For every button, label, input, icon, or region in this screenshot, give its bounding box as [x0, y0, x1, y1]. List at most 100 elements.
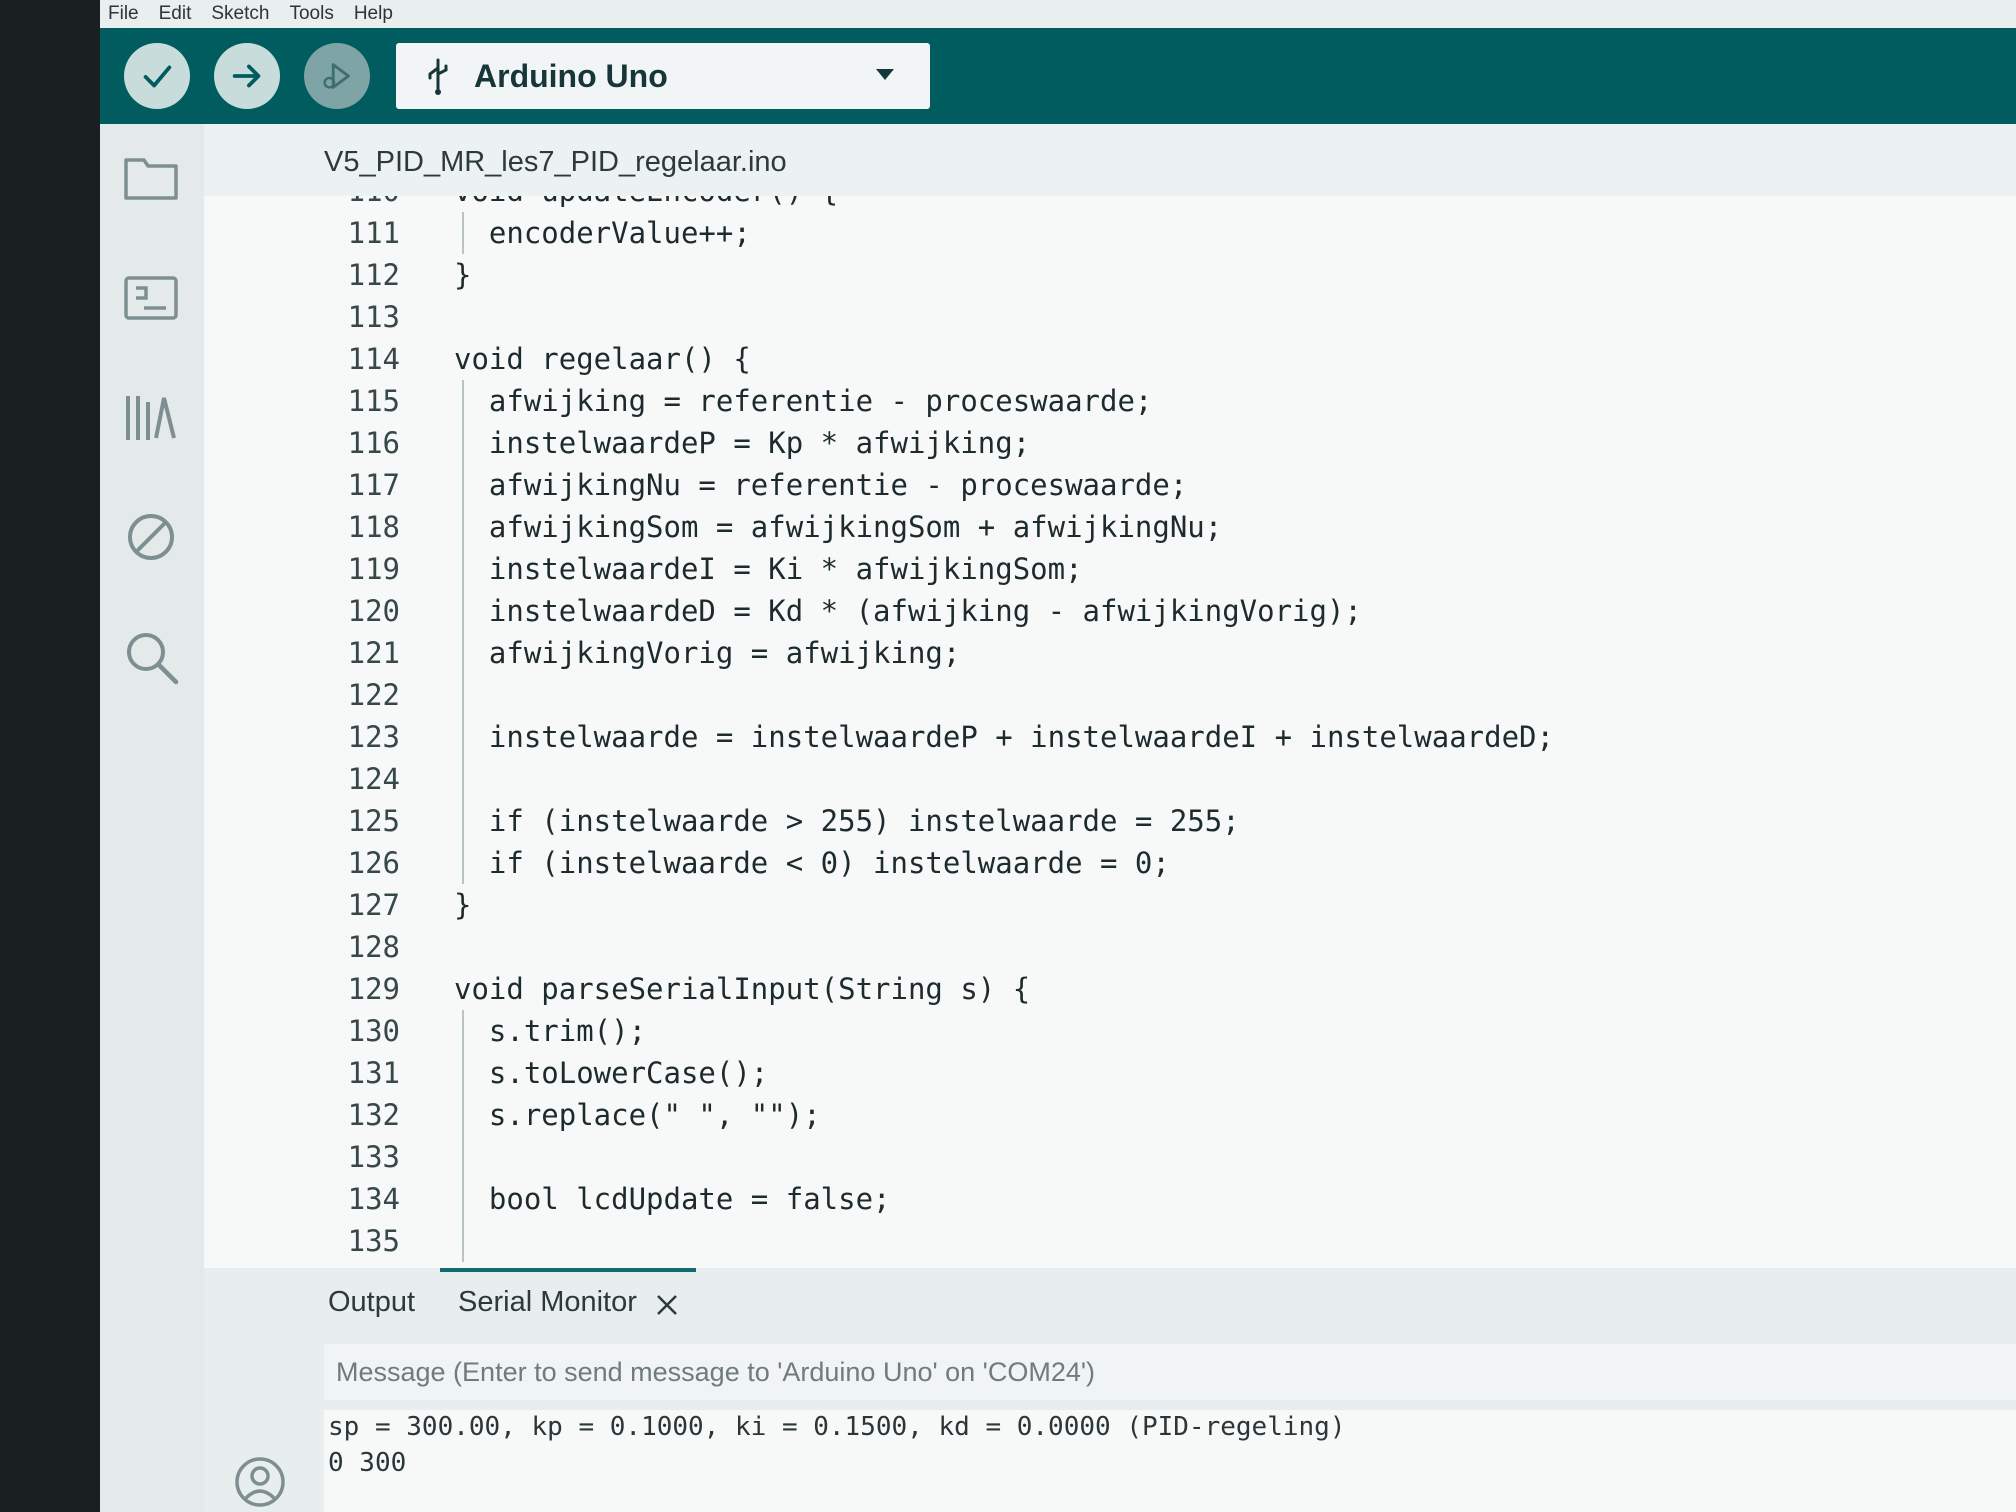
menu-edit[interactable]: Edit — [159, 3, 192, 25]
sidebar — [100, 124, 206, 1512]
menu-tools[interactable]: Tools — [289, 3, 333, 25]
code-line[interactable]: 112} — [204, 254, 2016, 296]
code-text: if (instelwaarde < 0) instelwaarde = 0; — [454, 846, 1170, 880]
folder-icon — [124, 158, 178, 200]
code-text: afwijkingVorig = afwijking; — [454, 636, 961, 670]
search-button[interactable] — [122, 628, 180, 686]
line-number: 132 — [347, 1098, 400, 1132]
code-line[interactable]: 130 s.trim(); — [204, 1010, 2016, 1052]
line-number: 110 — [204, 196, 400, 212]
code-text: instelwaardeI = Ki * afwijkingSom; — [454, 552, 1083, 586]
upload-button[interactable] — [214, 43, 280, 109]
tab-serial-monitor[interactable]: Serial Monitor — [458, 1286, 637, 1319]
code-line[interactable]: 111 encoderValue++; — [204, 212, 2016, 254]
code-line[interactable]: 124 — [204, 758, 2016, 800]
code-line[interactable]: 135 — [204, 1220, 2016, 1262]
line-number: 125 — [347, 804, 400, 838]
code-line[interactable]: 131 s.toLowerCase(); — [204, 1052, 2016, 1094]
code-line[interactable]: 126 if (instelwaarde < 0) instelwaarde =… — [204, 842, 2016, 884]
line-number: 131 — [347, 1056, 400, 1090]
file-tab[interactable]: V5_PID_MR_les7_PID_regelaar.ino — [204, 124, 2016, 196]
line-number: 116 — [347, 426, 400, 460]
panel-tabs: Output Serial Monitor — [204, 1268, 2016, 1332]
code-line[interactable]: 133 — [204, 1136, 2016, 1178]
code-line[interactable]: 120 instelwaardeD = Kd * (afwijking - af… — [204, 590, 2016, 632]
debug-button[interactable] — [304, 43, 370, 109]
line-number: 134 — [347, 1182, 400, 1216]
code-text: afwijking = referentie - proceswaarde; — [454, 384, 1153, 418]
code-line[interactable]: 134 bool lcdUpdate = false; — [204, 1178, 2016, 1220]
code-text: encoderValue++; — [454, 216, 751, 250]
serial-output-line: sp = 300.00, kp = 0.1000, ki = 0.1500, k… — [328, 1412, 1346, 1442]
code-line[interactable]: 121 afwijkingVorig = afwijking; — [204, 632, 2016, 674]
code-text: void parseSerialInput(String s) { — [454, 972, 1031, 1006]
close-icon[interactable] — [656, 1294, 678, 1316]
code-line[interactable]: 122 — [204, 674, 2016, 716]
code-line[interactable]: 117 afwijkingNu = referentie - proceswaa… — [204, 464, 2016, 506]
line-number: 115 — [347, 384, 400, 418]
line-number: 121 — [347, 636, 400, 670]
debug-disabled-icon — [128, 514, 174, 560]
line-number: 117 — [347, 468, 400, 502]
code-line[interactable]: 125 if (instelwaarde > 255) instelwaarde… — [204, 800, 2016, 842]
debug-icon — [323, 63, 350, 89]
code-line[interactable]: 116 instelwaardeP = Kp * afwijking; — [204, 422, 2016, 464]
line-number: 119 — [347, 552, 400, 586]
line-number: 122 — [347, 678, 400, 712]
menu-file[interactable]: File — [108, 3, 139, 25]
menu-sketch[interactable]: Sketch — [211, 3, 269, 25]
line-number: 112 — [347, 258, 400, 292]
line-number: 130 — [347, 1014, 400, 1048]
code-line[interactable]: 128 — [204, 926, 2016, 968]
code-text: bool lcdUpdate = false; — [454, 1182, 891, 1216]
serial-message-input[interactable] — [324, 1344, 2016, 1400]
sketchbook-button[interactable] — [122, 148, 180, 206]
code-line[interactable]: 118 afwijkingSom = afwijkingSom + afwijk… — [204, 506, 2016, 548]
code-line[interactable]: 110 void updateEncoder() { — [204, 196, 2016, 212]
code-line[interactable]: 115 afwijking = referentie - proceswaard… — [204, 380, 2016, 422]
code-text: instelwaardeD = Kd * (afwijking - afwijk… — [454, 594, 1362, 628]
ide-window: File Edit Sketch Tools Help Arduino Uno — [100, 0, 2016, 1512]
library-icon — [126, 396, 176, 440]
line-number: 114 — [347, 342, 400, 376]
serial-output-line: 0 300 — [328, 1448, 407, 1478]
bottom-panel: Output Serial Monitor sp = 300.00, kp = … — [204, 1268, 2016, 1512]
code-editor[interactable]: 110void updateEncoder() {111 encoderValu… — [204, 196, 2016, 1268]
code-line[interactable]: 132 s.replace(" ", ""); — [204, 1094, 2016, 1136]
search-icon — [127, 633, 179, 685]
line-number: 133 — [347, 1140, 400, 1174]
line-number: 128 — [347, 930, 400, 964]
account-icon[interactable] — [234, 1456, 286, 1508]
library-manager-button[interactable] — [122, 388, 180, 446]
code-text: instelwaardeP = Kp * afwijking; — [454, 426, 1031, 460]
indent-guide — [462, 212, 464, 254]
code-line[interactable]: 119 instelwaardeI = Ki * afwijkingSom; — [204, 548, 2016, 590]
line-number: 135 — [347, 1224, 400, 1258]
serial-output: sp = 300.00, kp = 0.1000, ki = 0.1500, k… — [324, 1410, 2016, 1512]
usb-icon — [428, 58, 448, 95]
menu-bar: File Edit Sketch Tools Help — [100, 0, 2016, 28]
code-text: instelwaarde = instelwaardeP + instelwaa… — [454, 720, 1554, 754]
verify-button[interactable] — [124, 43, 190, 109]
active-tab-indicator — [440, 1268, 696, 1272]
chevron-down-icon — [876, 69, 894, 80]
line-number: 129 — [347, 972, 400, 1006]
line-number: 111 — [347, 216, 400, 250]
debugger-button[interactable] — [122, 508, 180, 566]
code-text: void updateEncoder() { — [454, 196, 838, 212]
code-line[interactable]: 127} — [204, 884, 2016, 926]
board-selector[interactable]: Arduino Uno — [396, 43, 930, 109]
code-line[interactable]: 123 instelwaarde = instelwaardeP + inste… — [204, 716, 2016, 758]
code-line[interactable]: 114 void regelaar() { — [204, 338, 2016, 380]
line-number: 124 — [347, 762, 400, 796]
boards-manager-button[interactable] — [122, 268, 180, 326]
code-text: s.toLowerCase(); — [454, 1056, 769, 1090]
arrow-right-icon — [232, 64, 261, 88]
code-text: } — [454, 888, 472, 922]
code-text: afwijkingSom = afwijkingSom + afwijkingN… — [454, 510, 1223, 544]
code-line[interactable]: 129 void parseSerialInput(String s) { — [204, 968, 2016, 1010]
tab-output[interactable]: Output — [328, 1286, 415, 1319]
menu-help[interactable]: Help — [354, 3, 393, 25]
line-number: 126 — [347, 846, 400, 880]
code-line[interactable]: 113 — [204, 296, 2016, 338]
